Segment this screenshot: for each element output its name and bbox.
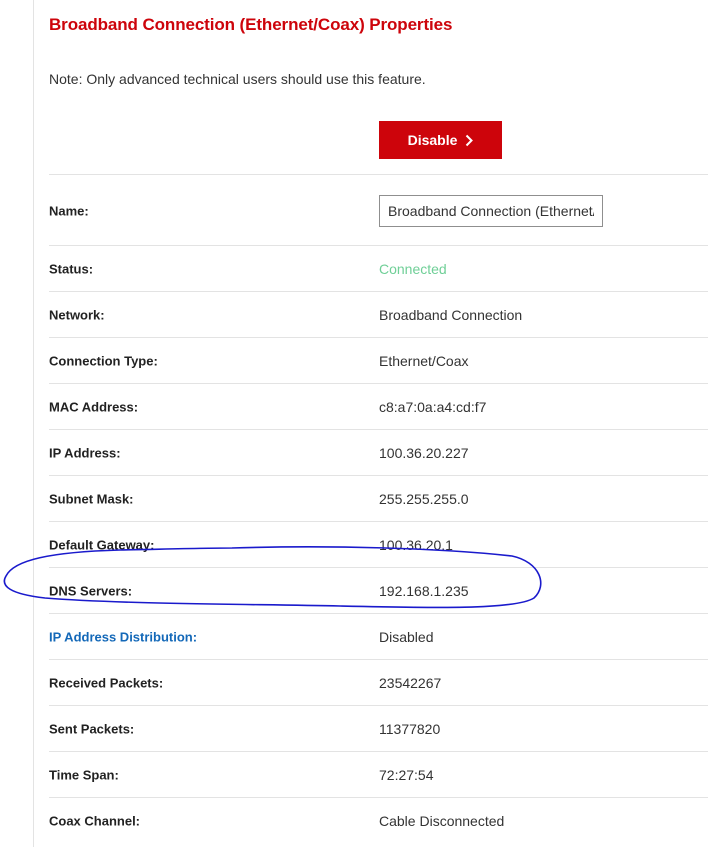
row-default-gateway: Default Gateway: 100.36.20.1	[49, 521, 708, 567]
row-status: Status: Connected	[49, 245, 708, 291]
row-connection-type: Connection Type: Ethernet/Coax	[49, 337, 708, 383]
dns-servers-label: DNS Servers:	[49, 583, 133, 598]
row-mac-address: MAC Address: c8:a7:0a:a4:cd:f7	[49, 383, 708, 429]
ip-address-distribution-link[interactable]: IP Address Distribution:	[49, 629, 197, 644]
row-received-packets: Received Packets: 23542267	[49, 659, 708, 705]
row-subnet-mask: Subnet Mask: 255.255.255.0	[49, 475, 708, 521]
row-name: Name:	[49, 174, 708, 245]
row-coax-channel: Coax Channel: Cable Disconnected	[49, 797, 708, 843]
row-time-span: Time Span: 72:27:54	[49, 751, 708, 797]
sent-packets-value: 11377820	[379, 720, 441, 737]
row-ip-address: IP Address: 100.36.20.227	[49, 429, 708, 475]
coax-channel-value: Cable Disconnected	[379, 812, 505, 829]
subnet-mask-value: 255.255.255.0	[379, 490, 469, 507]
name-label: Name:	[49, 203, 89, 219]
ip-address-label: IP Address:	[49, 445, 121, 460]
coax-channel-label: Coax Channel:	[49, 813, 141, 828]
chevron-right-icon	[466, 134, 474, 146]
time-span-label: Time Span:	[49, 767, 119, 782]
properties-table: Name: Status: Connected Network: Broadba…	[49, 174, 708, 843]
network-value: Broadband Connection	[379, 306, 523, 323]
sent-packets-label: Sent Packets:	[49, 721, 135, 736]
status-label: Status:	[49, 261, 94, 276]
disable-button-label: Disable	[407, 132, 458, 148]
row-dns-servers: DNS Servers: 192.168.1.235	[49, 567, 708, 613]
time-span-value: 72:27:54	[379, 766, 434, 783]
connection-type-value: Ethernet/Coax	[379, 352, 469, 369]
connection-type-label: Connection Type:	[49, 353, 158, 368]
page-title: Broadband Connection (Ethernet/Coax) Pro…	[49, 15, 453, 34]
ip-address-distribution-value: Disabled	[379, 628, 434, 645]
mac-address-label: MAC Address:	[49, 399, 139, 414]
subnet-mask-label: Subnet Mask:	[49, 491, 134, 506]
received-packets-label: Received Packets:	[49, 675, 164, 690]
row-ip-address-distribution: IP Address Distribution: Disabled	[49, 613, 708, 659]
row-sent-packets: Sent Packets: 11377820	[49, 705, 708, 751]
default-gateway-label: Default Gateway:	[49, 537, 155, 552]
advanced-users-note: Note: Only advanced technical users shou…	[49, 71, 426, 87]
name-input[interactable]	[379, 195, 603, 227]
disable-button[interactable]: Disable	[379, 121, 502, 159]
received-packets-value: 23542267	[379, 674, 442, 691]
status-value: Connected	[379, 260, 447, 277]
ip-address-value: 100.36.20.227	[379, 444, 469, 461]
mac-address-value: c8:a7:0a:a4:cd:f7	[379, 398, 487, 415]
network-label: Network:	[49, 307, 105, 322]
default-gateway-value: 100.36.20.1	[379, 536, 453, 553]
left-divider	[33, 0, 34, 847]
dns-servers-value: 192.168.1.235	[379, 582, 469, 599]
row-network: Network: Broadband Connection	[49, 291, 708, 337]
